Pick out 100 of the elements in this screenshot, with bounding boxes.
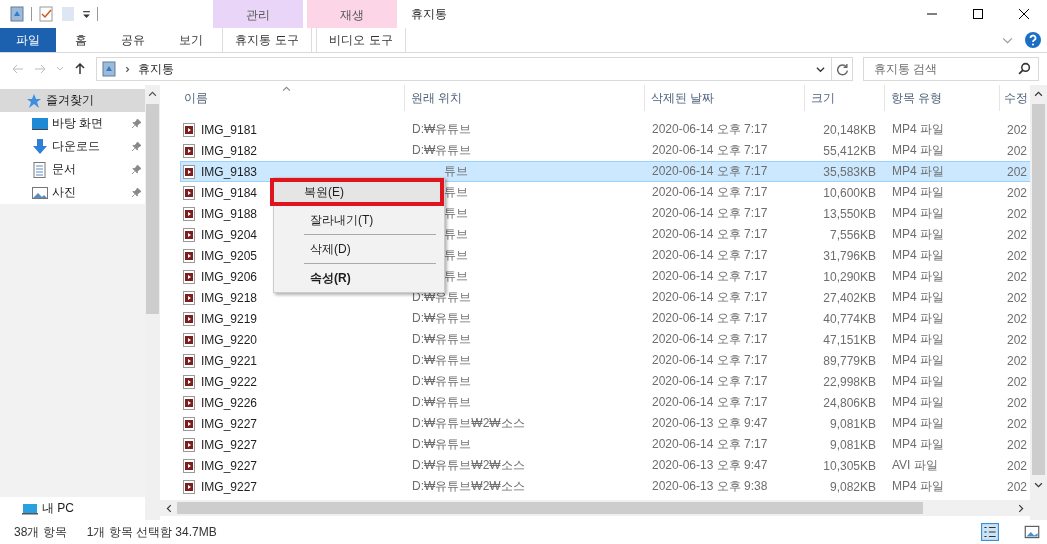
table-cell-text: 22,998KB: [822, 374, 877, 389]
context-tab-group: 재생: [307, 0, 397, 28]
table-cell-text: 튜브: [443, 226, 469, 243]
table-cell-text: 202: [1006, 206, 1029, 221]
file-name: IMG_9226: [201, 395, 258, 410]
table-cell-text: 2020-06-14 오후 7:17: [651, 289, 769, 306]
table-cell-text: 2020-06-14 오후 7:17: [651, 394, 769, 411]
table-cell-text: 89,779KB: [822, 353, 877, 368]
selection-info: 1개 항목 선택함 34.7MB: [86, 523, 217, 541]
table-cell-text: 202: [1006, 122, 1029, 137]
table-cell-text: 2020-06-13 오후 9:47: [651, 457, 769, 474]
table-cell-text: MP4 파일: [891, 226, 945, 243]
table-cell-text: MP4 파일: [891, 373, 945, 390]
table-cell-text: 10,290KB: [822, 269, 877, 284]
table-cell-text: MP4 파일: [891, 184, 945, 201]
file-name: IMG_9219: [201, 311, 258, 326]
table-cell-text: 10,305KB: [822, 458, 877, 473]
sidebar-label: 내 PC: [42, 500, 75, 517]
table-cell-text: 55,412KB: [822, 143, 877, 158]
table-cell-text: 7,556KB: [828, 227, 877, 242]
file-name: IMG_9227: [201, 437, 258, 452]
file-name: IMG_9227: [201, 458, 258, 473]
window-title: 휴지통: [410, 5, 447, 23]
table-cell-text: 2020-06-14 오후 7:17: [651, 142, 769, 159]
table-cell-text: 13,550KB: [822, 206, 877, 221]
file-name: IMG_9218: [201, 290, 258, 305]
table-cell-text: MP4 파일: [891, 289, 945, 306]
table-cell-text: 2020-06-14 오후 7:17: [651, 268, 769, 285]
table-cell-text: 202: [1006, 374, 1029, 389]
table-cell-text: AVI 파일: [891, 457, 939, 474]
table-cell-text: 40,774KB: [822, 311, 877, 326]
table-cell-text: 202: [1006, 458, 1029, 473]
table-cell-text: 202: [1006, 332, 1029, 347]
table-cell-text: D:₩유튜브: [411, 121, 473, 138]
sidebar-label: 문서: [52, 161, 77, 178]
table-cell-text: 9,081KB: [828, 416, 877, 431]
table-cell-text: 2020-06-14 오후 7:17: [651, 226, 769, 243]
file-name: IMG_9188: [201, 206, 258, 221]
table-cell-text: D:₩유튜브₩2₩소스: [411, 457, 526, 474]
table-cell-text: 202: [1006, 416, 1029, 431]
table-cell-text: 202: [1006, 479, 1029, 494]
table-cell-text: 2020-06-14 오후 7:17: [651, 373, 769, 390]
file-name: IMG_9227: [201, 479, 258, 494]
table-cell-text: 47,151KB: [822, 332, 877, 347]
sidebar-label: 즐겨찾기: [46, 92, 95, 109]
table-cell-text: 202: [1006, 353, 1029, 368]
file-name: IMG_9183: [201, 164, 258, 179]
table-cell-text: MP4 파일: [891, 268, 945, 285]
table-cell-text: 튜브: [443, 247, 469, 264]
file-name: IMG_9206: [201, 269, 258, 284]
table-cell-text: 2020-06-14 오후 7:17: [651, 205, 769, 222]
table-cell-text: 2020-06-13 오후 9:47: [651, 415, 769, 432]
table-cell-text: 202: [1006, 248, 1029, 263]
file-name: IMG_9220: [201, 332, 258, 347]
table-cell-text: 202: [1006, 311, 1029, 326]
table-cell-text: 202: [1006, 437, 1029, 452]
table-cell-text: 202: [1006, 185, 1029, 200]
table-cell-text: D:₩유튜브: [411, 310, 473, 327]
table-cell-text: MP4 파일: [891, 205, 945, 222]
table-cell-text: 9,082KB: [828, 479, 877, 494]
file-name: IMG_9222: [201, 374, 258, 389]
table-cell-text: 튜브: [443, 205, 469, 222]
file-name: IMG_9181: [201, 122, 258, 137]
sidebar-label: 사진: [52, 184, 77, 201]
table-cell-text: D:₩유튜브: [411, 142, 473, 159]
table-cell-text: D:₩유튜브: [411, 331, 473, 348]
table-cell-text: D:₩유튜브₩2₩소스: [411, 478, 526, 495]
sidebar-label: 바탕 화면: [52, 115, 105, 132]
table-cell-text: MP4 파일: [891, 352, 945, 369]
table-cell-text: MP4 파일: [891, 310, 945, 327]
table-cell-text: 2020-06-14 오후 7:17: [651, 121, 769, 138]
table-cell-text: 20,148KB: [822, 122, 877, 137]
file-name: IMG_9182: [201, 143, 258, 158]
table-cell-text: D:₩유튜브: [411, 373, 473, 390]
table-cell-text: 202: [1006, 290, 1029, 305]
file-name: IMG_9204: [201, 227, 258, 242]
file-name: IMG_9221: [201, 353, 258, 368]
table-cell-text: 2020-06-14 오후 7:17: [651, 184, 769, 201]
table-cell-text: 202: [1006, 227, 1029, 242]
file-name: IMG_9205: [201, 248, 258, 263]
table-cell-text: MP4 파일: [891, 247, 945, 264]
table-cell-text: 2020-06-14 오후 7:17: [651, 163, 769, 180]
table-cell-text: 27,402KB: [822, 290, 877, 305]
table-cell-text: MP4 파일: [891, 121, 945, 138]
table-cell-text: 202: [1006, 164, 1029, 179]
table-cell-text: 2020-06-14 오후 7:17: [651, 331, 769, 348]
table-cell-text: MP4 파일: [891, 436, 945, 453]
table-cell-text: MP4 파일: [891, 394, 945, 411]
table-cell-text: 31,796KB: [822, 248, 877, 263]
table-cell-text: 튜브: [443, 163, 469, 180]
sidebar-label: 다운로드: [52, 138, 101, 155]
table-cell-text: D:₩유튜브₩2₩소스: [411, 415, 526, 432]
table-cell-text: MP4 파일: [891, 331, 945, 348]
table-cell-text: MP4 파일: [891, 415, 945, 432]
table-cell-text: 10,600KB: [822, 185, 877, 200]
table-cell-text: D:₩유튜브: [411, 352, 473, 369]
table-cell-text: MP4 파일: [891, 163, 945, 180]
file-name: IMG_9227: [201, 416, 258, 431]
table-cell-text: 2020-06-14 오후 7:17: [651, 436, 769, 453]
table-cell-text: MP4 파일: [891, 142, 945, 159]
